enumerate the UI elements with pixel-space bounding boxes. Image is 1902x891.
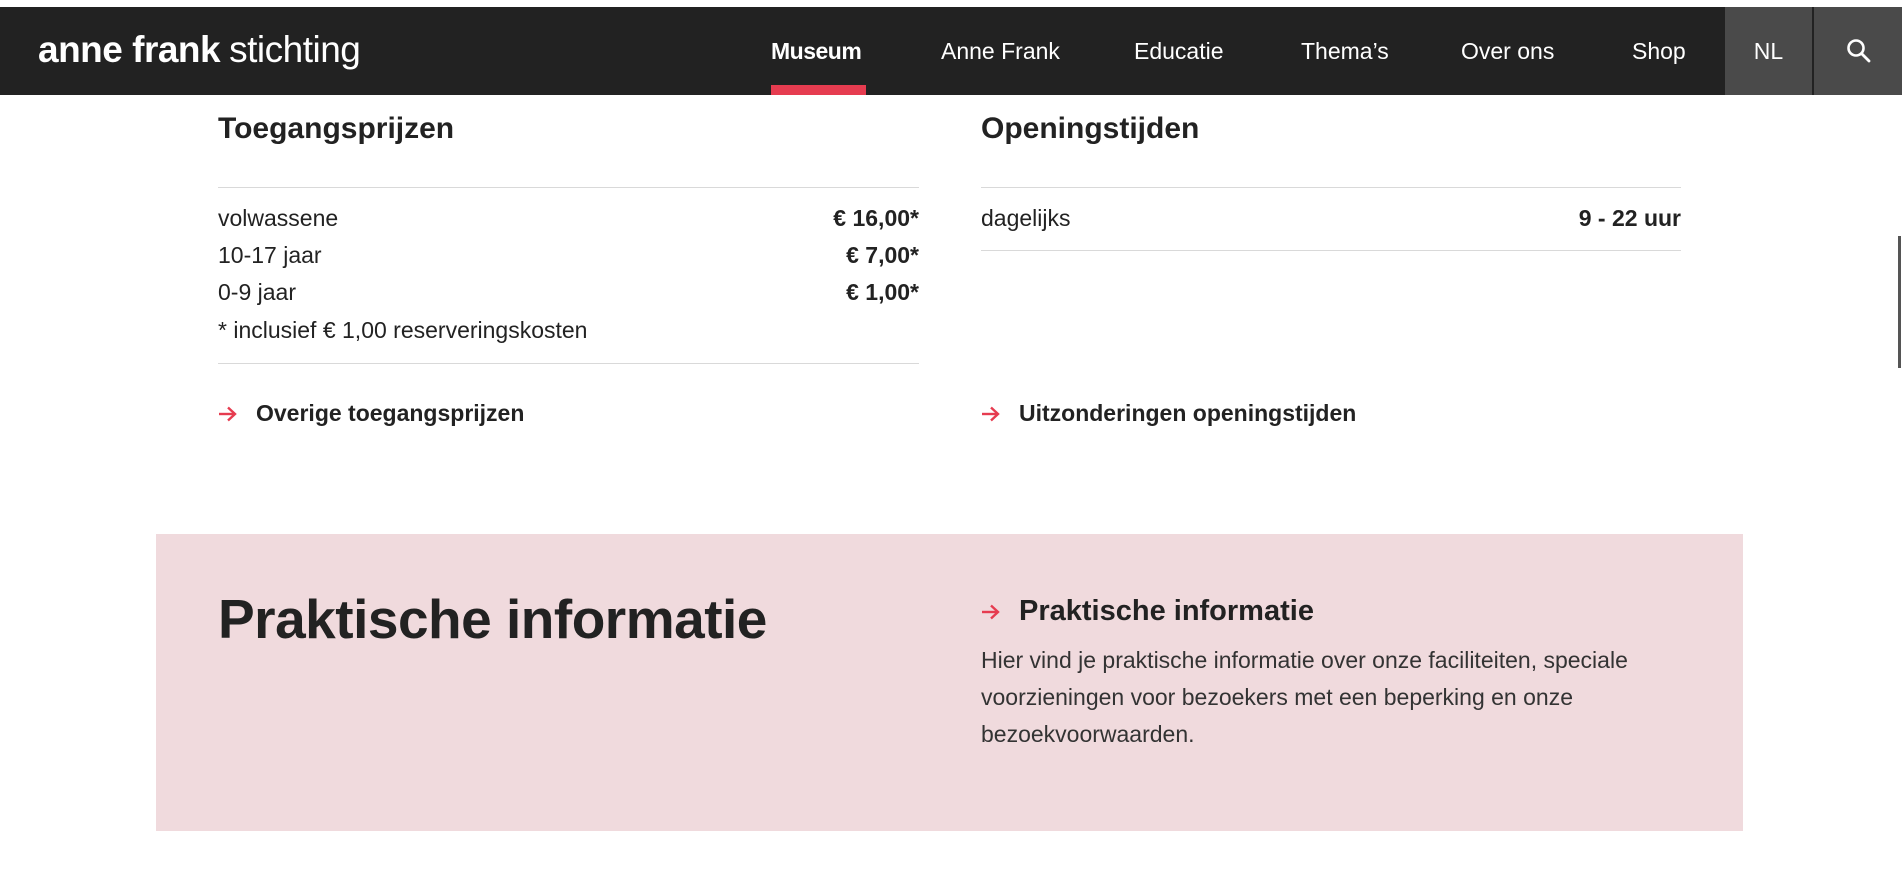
practical-info-description: Hier vind je praktische informatie over … xyxy=(981,647,1628,747)
opening-exceptions-link[interactable]: Uitzonderingen openingstijden xyxy=(981,398,1441,428)
nav-item-anne-frank[interactable]: Anne Frank xyxy=(941,7,1060,95)
active-nav-indicator xyxy=(771,85,866,95)
hours-title: Openingstijden xyxy=(981,112,1200,145)
arrow-right-icon xyxy=(982,406,1000,422)
hours-top-divider xyxy=(981,187,1681,188)
other-prices-link[interactable]: Overige toegangsprijzen xyxy=(218,398,618,428)
logo-bold-text: anne frank xyxy=(38,29,221,70)
hours-bottom-divider xyxy=(981,250,1681,251)
price-row-label: 10-17 jaar xyxy=(218,242,322,268)
language-switch-button[interactable]: NL xyxy=(1725,7,1812,95)
nav-item-themas[interactable]: Thema’s xyxy=(1301,7,1389,95)
prices-title: Toegangsprijzen xyxy=(218,112,455,145)
practical-info-panel: Praktische informatie Praktische informa… xyxy=(156,534,1743,831)
opening-exceptions-link-label: Uitzonderingen openingstijden xyxy=(1019,400,1357,426)
hours-row-value: 9 - 22 uur xyxy=(1578,205,1681,231)
top-strip xyxy=(0,0,1902,7)
price-row-label: volwassene xyxy=(218,205,339,231)
arrow-right-icon xyxy=(982,604,1000,620)
nav-item-educatie[interactable]: Educatie xyxy=(1134,7,1224,95)
prices-top-divider xyxy=(218,187,919,188)
price-row-value: € 16,00* xyxy=(833,205,919,231)
practical-info-link[interactable]: Praktische informatie xyxy=(981,594,1381,628)
hours-row-label: dagelijks xyxy=(981,205,1071,231)
search-button[interactable] xyxy=(1814,7,1902,95)
nav-item-museum[interactable]: Museum xyxy=(771,7,862,95)
arrow-right-icon xyxy=(219,406,237,422)
search-icon xyxy=(1847,39,1871,63)
nav-item-shop[interactable]: Shop xyxy=(1632,7,1686,95)
price-row-value: € 1,00* xyxy=(846,279,919,305)
practical-info-link-label: Praktische informatie xyxy=(1019,595,1314,627)
practical-info-heading: Praktische informatie xyxy=(218,588,767,650)
prices-bottom-divider xyxy=(218,363,919,364)
price-row-value: € 7,00* xyxy=(846,242,919,268)
prices-footnote: * inclusief € 1,00 reserveringskosten xyxy=(218,317,588,343)
other-prices-link-label: Overige toegangsprijzen xyxy=(256,400,525,426)
nav-item-over-ons[interactable]: Over ons xyxy=(1461,7,1554,95)
scrollbar-thumb[interactable] xyxy=(1898,236,1901,368)
logo-light-text: stichting xyxy=(229,29,361,70)
price-row-label: 0-9 jaar xyxy=(218,279,296,305)
site-logo[interactable]: anne frank stichting xyxy=(38,28,361,72)
